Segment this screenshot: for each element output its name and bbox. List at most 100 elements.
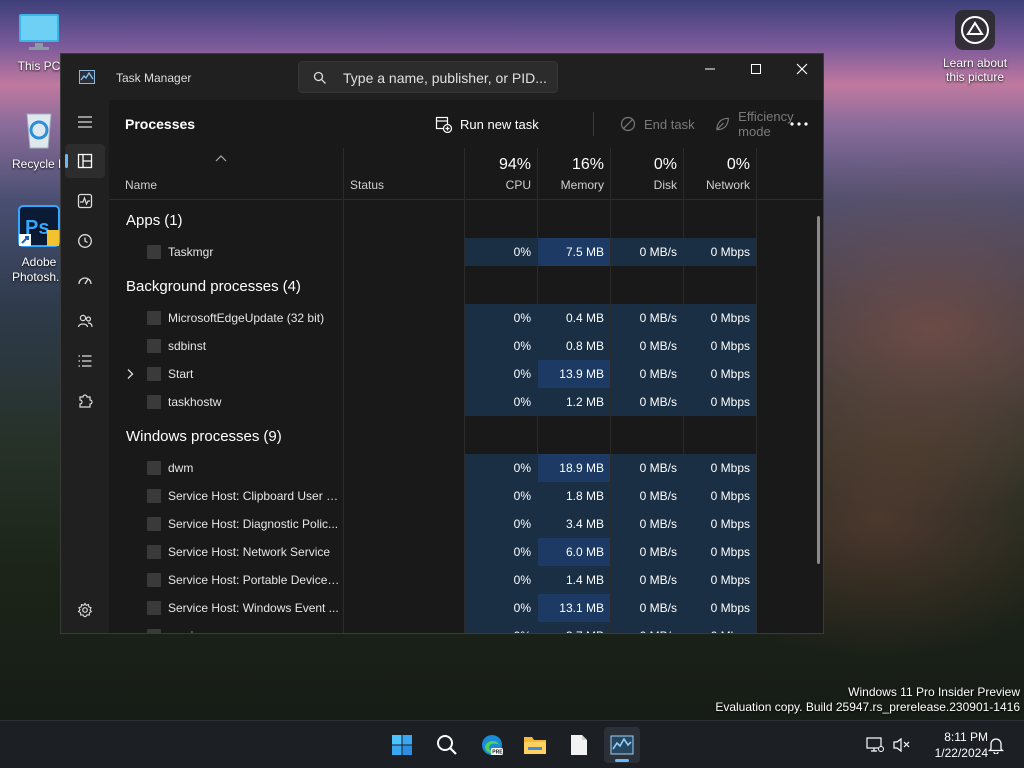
learn-about-picture[interactable]: Learn about this picture (936, 10, 1014, 84)
disk-cell: 0 MB/s (611, 332, 683, 360)
column-header-cpu[interactable]: 94% CPU (465, 148, 537, 200)
windows-logo-icon (392, 735, 412, 755)
document-icon (571, 735, 587, 755)
nav-settings[interactable] (65, 593, 105, 627)
table-row[interactable]: Service Host: Portable Device ... 0% 1.4… (109, 566, 823, 594)
run-new-task-button[interactable]: Run new task (435, 114, 539, 134)
command-bar: Processes Run new task End task Efficien… (109, 100, 823, 148)
page-title: Processes (125, 116, 196, 132)
process-icon (147, 629, 161, 633)
table-row[interactable]: Taskmgr 0% 7.5 MB 0 MB/s 0 Mbps (109, 238, 823, 266)
search-icon (437, 735, 457, 755)
nav-users[interactable] (65, 304, 105, 338)
monitor-icon (4, 12, 74, 55)
cpu-total-percent: 94% (498, 156, 531, 173)
table-row[interactable]: taskhostw 0% 1.2 MB 0 MB/s 0 Mbps (109, 388, 823, 416)
start-button[interactable] (384, 727, 420, 763)
process-name: Start (168, 367, 194, 381)
table-row[interactable]: Service Host: Clipboard User S... 0% 1.8… (109, 482, 823, 510)
network-cell: 0 Mbps (684, 622, 756, 633)
network-total-percent: 0% (726, 156, 750, 173)
column-header-name[interactable]: Name (109, 148, 343, 200)
disk-cell: 0 MB/s (611, 388, 683, 416)
more-options-button[interactable] (785, 114, 813, 134)
camera-icon (955, 10, 995, 50)
close-button[interactable] (779, 54, 823, 84)
disk-cell: 0 MB/s (611, 510, 683, 538)
process-name: Taskmgr (168, 245, 214, 259)
bell-icon (988, 738, 1004, 754)
title-bar[interactable]: Task Manager (61, 54, 823, 100)
clock-time: 8:11 PM (944, 730, 988, 744)
column-header-network[interactable]: 0% Network (684, 148, 756, 200)
disk-cell: 0 MB/s (611, 304, 683, 332)
memory-cell: 0.4 MB (538, 304, 610, 332)
run-new-task-label: Run new task (460, 116, 539, 132)
group-header-windows: Windows processes (9) (109, 416, 823, 454)
table-row[interactable]: dwm 0% 18.9 MB 0 MB/s 0 Mbps (109, 454, 823, 482)
column-header-disk[interactable]: 0% Disk (611, 148, 683, 200)
table-row[interactable]: sdbinst 0% 0.8 MB 0 MB/s 0 Mbps (109, 332, 823, 360)
memory-cell: 3.7 MB (538, 622, 610, 633)
desktop-icon-label: This PC (17, 59, 61, 73)
maximize-button[interactable] (733, 54, 779, 84)
network-cell: 0 Mbps (684, 238, 756, 266)
edge-browser-icon: PRE (482, 735, 503, 756)
learn-label: Learn about this picture (942, 56, 1008, 84)
menu-button[interactable] (65, 105, 105, 139)
nav-performance[interactable] (65, 184, 105, 218)
nav-services[interactable] (65, 384, 105, 418)
search-box[interactable] (298, 61, 558, 93)
disk-cell: 0 MB/s (611, 538, 683, 566)
table-row[interactable]: Start 0% 13.9 MB 0 MB/s 0 Mbps (109, 360, 823, 388)
network-cell: 0 Mbps (684, 454, 756, 482)
process-icon (147, 395, 161, 409)
column-header-status[interactable]: Status (344, 148, 464, 200)
users-icon (77, 314, 93, 328)
vertical-scrollbar[interactable] (817, 216, 820, 564)
disk-cell: 0 MB/s (611, 454, 683, 482)
process-icon (147, 367, 161, 381)
taskbar-task-manager-button[interactable] (604, 727, 640, 763)
taskbar-file-explorer-button[interactable] (517, 727, 553, 763)
end-task-button[interactable]: End task (620, 114, 695, 134)
nav-details[interactable] (65, 344, 105, 378)
group-count: (4) (282, 278, 301, 295)
window-title: Task Manager (116, 71, 192, 85)
network-cell: 0 Mbps (684, 566, 756, 594)
table-row[interactable]: Service Host: Diagnostic Polic... 0% 3.4… (109, 510, 823, 538)
taskbar-search-button[interactable] (429, 727, 465, 763)
table-row[interactable]: Service Host: Windows Event ... 0% 13.1 … (109, 594, 823, 622)
table-row[interactable]: Service Host: Network Service 0% 6.0 MB … (109, 538, 823, 566)
network-cell: 0 Mbps (684, 332, 756, 360)
volume-button[interactable] (888, 727, 916, 763)
network-cell: 0 Mbps (684, 388, 756, 416)
taskbar-notepad-button[interactable] (561, 727, 597, 763)
network-status-button[interactable] (860, 727, 890, 763)
memory-cell: 13.1 MB (538, 594, 610, 622)
expand-chevron-icon[interactable] (126, 368, 134, 383)
nav-startup-apps[interactable] (65, 264, 105, 298)
nav-processes[interactable] (65, 144, 105, 178)
taskbar-edge-button[interactable]: PRE (474, 727, 510, 763)
minimize-button[interactable] (687, 54, 733, 84)
disk-cell: 0 MB/s (611, 360, 683, 388)
table-row[interactable]: MicrosoftEdgeUpdate (32 bit) 0% 0.4 MB 0… (109, 304, 823, 332)
network-cell: 0 Mbps (684, 360, 756, 388)
disk-cell: 0 MB/s (611, 622, 683, 633)
process-icon (147, 573, 161, 587)
performance-icon (77, 193, 93, 209)
sort-ascending-icon (215, 155, 227, 162)
system-clock[interactable]: 8:11 PM 1/22/2024 (918, 729, 988, 761)
table-row[interactable]: services 0% 3.7 MB 0 MB/s 0 Mbps (109, 622, 823, 633)
process-name: Service Host: Diagnostic Polic... (168, 517, 339, 531)
search-input[interactable] (343, 68, 548, 88)
nav-app-history[interactable] (65, 224, 105, 258)
status-column-label: Status (350, 178, 385, 192)
watermark-line-1: Windows 11 Pro Insider Preview (848, 685, 1020, 699)
column-header-memory[interactable]: 16% Memory (538, 148, 610, 200)
more-icon (790, 122, 808, 126)
cpu-cell: 0% (465, 594, 537, 622)
memory-cell: 6.0 MB (538, 538, 610, 566)
notifications-button[interactable] (982, 727, 1010, 763)
